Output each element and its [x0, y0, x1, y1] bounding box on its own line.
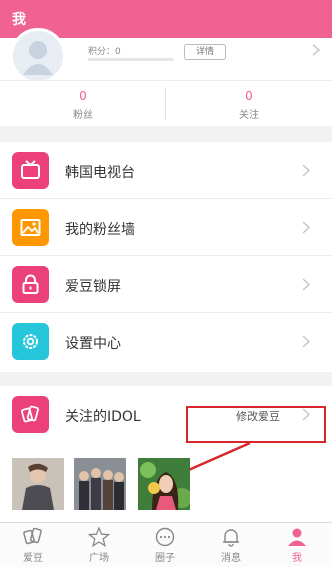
tab-idol[interactable]: 爱豆	[0, 523, 66, 567]
tab-label: 爱豆	[23, 553, 43, 564]
chevron-right-icon	[302, 278, 310, 291]
idol-thumbnail[interactable]	[138, 458, 190, 510]
tab-label: 圈子	[155, 553, 175, 564]
tab-circle[interactable]: 圈子	[132, 523, 198, 567]
tab-label: 广场	[89, 553, 109, 564]
chevron-right-icon	[312, 44, 320, 56]
bottom-tab-bar: 爱豆 广场 圈子 消息 我	[0, 522, 332, 567]
tab-plaza[interactable]: 广场	[66, 523, 132, 567]
menu-item-label: 韩国电视台	[65, 165, 135, 181]
menu-item-label: 爱豆锁屏	[65, 279, 121, 295]
points-progress-bar	[88, 58, 174, 61]
menu-item-lock-screen[interactable]: 爱豆锁屏	[0, 256, 332, 313]
bell-icon	[223, 529, 239, 547]
gear-icon	[12, 323, 49, 360]
idol-thumbnail[interactable]	[12, 458, 64, 510]
fans-stat[interactable]: 0 粉丝	[0, 81, 166, 127]
menu-item-settings[interactable]: 设置中心	[0, 313, 332, 370]
menu-item-label: 设置中心	[65, 336, 121, 352]
tab-me[interactable]: 我	[264, 523, 330, 567]
fans-count: 0	[79, 89, 87, 103]
fans-label: 粉丝	[73, 110, 93, 121]
person-icon	[288, 528, 306, 546]
page-title: 我	[12, 12, 26, 28]
following-stat[interactable]: 0 关注	[166, 81, 332, 127]
menu-list: 韩国电视台 我的粉丝墙 爱豆锁屏 设置中心	[0, 142, 332, 372]
stats-row: 0 粉丝 0 关注	[0, 80, 332, 126]
following-count: 0	[245, 89, 253, 103]
avatar[interactable]	[10, 28, 66, 84]
idol-thumbnail[interactable]	[74, 458, 126, 510]
following-label: 关注	[239, 110, 259, 121]
star-icon	[88, 527, 110, 547]
menu-item-fan-wall[interactable]: 我的粉丝墙	[0, 199, 332, 256]
tv-icon	[12, 152, 49, 189]
tab-label: 我	[292, 553, 302, 564]
chevron-right-icon	[302, 335, 310, 348]
menu-item-label: 我的粉丝墙	[65, 222, 135, 238]
tab-label: 消息	[221, 553, 241, 564]
tab-messages[interactable]: 消息	[198, 523, 264, 567]
followed-idol-section: 关注的IDOL 修改爱豆	[0, 386, 332, 522]
default-avatar-icon	[23, 41, 53, 75]
chevron-right-icon	[302, 221, 310, 234]
image-icon	[12, 209, 49, 246]
chevron-right-icon	[302, 164, 310, 177]
profile-section[interactable]: 积分：0 详情	[0, 28, 332, 84]
points-label: 积分：0	[88, 47, 121, 57]
chat-icon	[155, 527, 175, 547]
cards-icon	[23, 527, 42, 545]
menu-item-korean-tv[interactable]: 韩国电视台	[0, 142, 332, 199]
detail-button[interactable]: 详情	[184, 44, 226, 60]
lock-icon	[12, 266, 49, 303]
